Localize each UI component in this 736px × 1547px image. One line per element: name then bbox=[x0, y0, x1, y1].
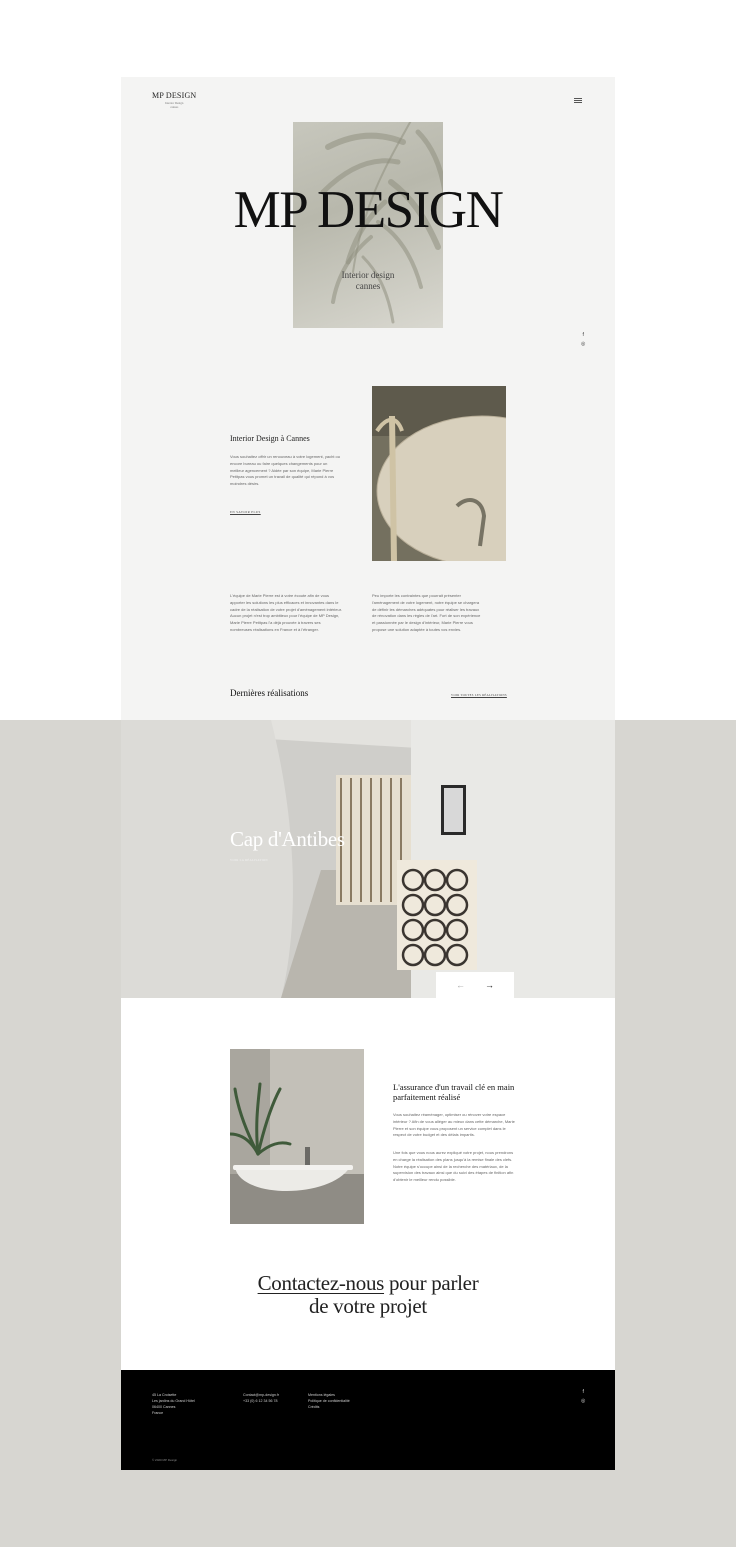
hamburger-menu-icon[interactable] bbox=[574, 98, 582, 103]
learn-more-link[interactable]: EN SAVOIR PLUS bbox=[230, 510, 261, 514]
website-mockup: MP DESIGN Interior Design cannes MP DESI… bbox=[121, 77, 615, 1470]
intro-image-table-chair bbox=[372, 386, 506, 561]
bathroom-image bbox=[230, 1049, 364, 1224]
site-footer: 45 La Croisette Les jardins du Grand Hôt… bbox=[121, 1370, 615, 1470]
see-all-projects-link[interactable]: VOIR TOUTES LES RÉALISATIONS bbox=[451, 693, 507, 697]
hero-title: MP DESIGN bbox=[233, 181, 504, 239]
hero-subtitle: Interior design cannes bbox=[341, 270, 395, 291]
intro-paragraph: Vous souhaitez offrir un renouveau à vot… bbox=[230, 454, 340, 487]
arrow-left-icon[interactable]: ← bbox=[456, 980, 465, 990]
latest-projects-heading: Dernières réalisations bbox=[230, 688, 309, 698]
instagram-icon[interactable]: ◎ bbox=[581, 342, 585, 347]
logo-tagline: Interior Design cannes bbox=[165, 101, 184, 109]
contact-link[interactable]: Contactez-nous bbox=[258, 1271, 385, 1295]
footer-social-links: f ◎ bbox=[581, 1390, 585, 1404]
facebook-icon[interactable]: f bbox=[582, 333, 583, 338]
view-project-link[interactable]: VOIR LA RÉALISATION bbox=[230, 858, 268, 862]
facebook-icon[interactable]: f bbox=[582, 1390, 583, 1395]
instagram-icon[interactable]: ◎ bbox=[581, 1399, 585, 1404]
slider-navigation: ← → bbox=[436, 972, 514, 998]
assurance-paragraph-1: Vous souhaitez réaménager, optimiser ou … bbox=[393, 1112, 515, 1138]
assurance-heading: L'assurance d'un travail clé en main par… bbox=[393, 1082, 515, 1102]
intro-heading: Interior Design à Cannes bbox=[230, 434, 310, 443]
contact-cta: Contactez-nous pour parler de votre proj… bbox=[257, 1271, 479, 1318]
footer-phone-link[interactable]: +33 (0) 6 12 34 56 78 bbox=[243, 1398, 279, 1404]
assurance-paragraph-2: Une fois que vous nous aurez expliqué vo… bbox=[393, 1150, 514, 1183]
copyright-text: © 2020 MP Design bbox=[152, 1458, 178, 1462]
site-logo[interactable]: MP DESIGN Interior Design cannes bbox=[152, 91, 196, 109]
footer-contact: Contact@mp-design.fr +33 (0) 6 12 34 56 … bbox=[243, 1392, 279, 1404]
project-title: Cap d'Antibes bbox=[230, 827, 345, 851]
arrow-right-icon[interactable]: → bbox=[485, 980, 494, 990]
credits-link[interactable]: Crédits bbox=[308, 1404, 350, 1410]
footer-address: 45 La Croisette Les jardins du Grand Hôt… bbox=[152, 1393, 195, 1415]
project-slider-image bbox=[121, 720, 615, 998]
logo-name: MP DESIGN bbox=[152, 91, 197, 100]
hero-social-links: f ◎ bbox=[581, 333, 585, 347]
about-column-left: L'équipe de Marie Pierre est à votre éco… bbox=[230, 593, 342, 632]
footer-legal-links: Mentions légales Politique de confidenti… bbox=[308, 1392, 350, 1410]
about-column-right: Peu importe les contraintes que pourrait… bbox=[372, 593, 481, 632]
